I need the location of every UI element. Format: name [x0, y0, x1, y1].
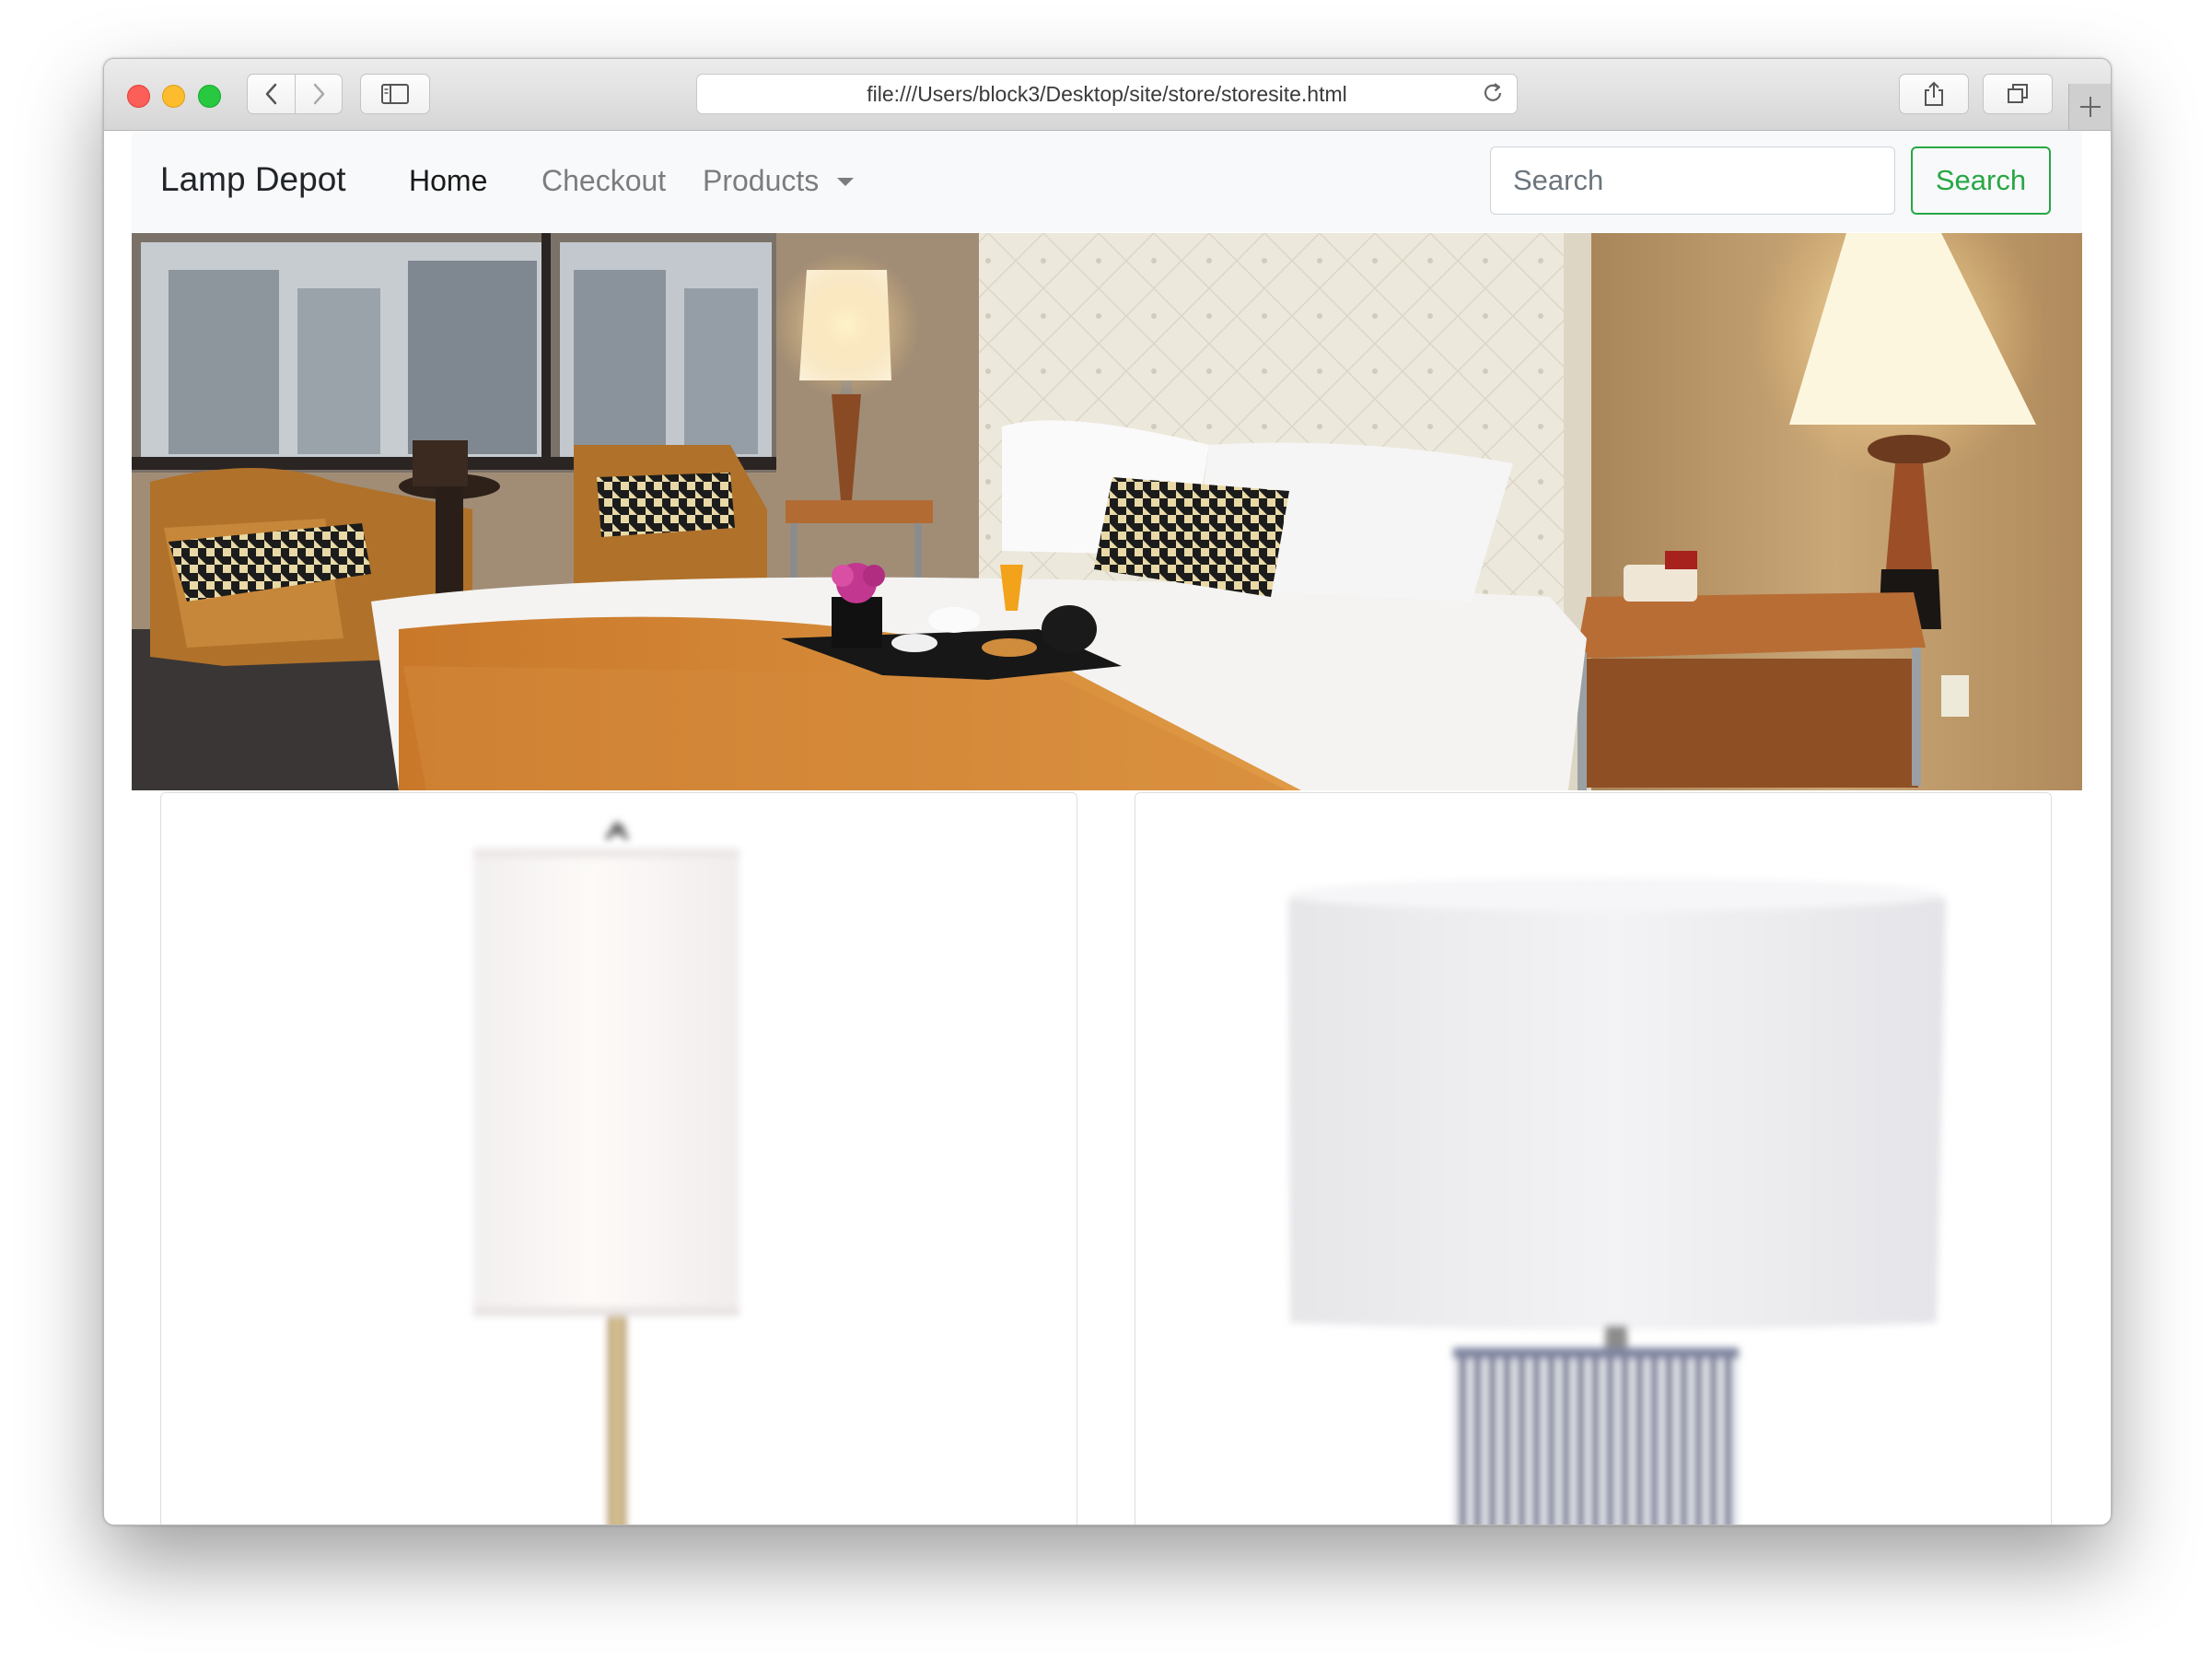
- product-card[interactable]: [160, 792, 1077, 1525]
- nav-products-dropdown[interactable]: Products: [703, 164, 819, 198]
- close-window-button[interactable]: [127, 85, 150, 108]
- product-image-table-lamp: [1288, 878, 1946, 1525]
- nav-home-link[interactable]: Home: [409, 164, 487, 198]
- reload-icon[interactable]: [1480, 80, 1506, 106]
- forward-button[interactable]: [295, 74, 343, 114]
- tab-overview-button[interactable]: [1983, 74, 2053, 114]
- browser-titlebar: file:///Users/block3/Desktop/site/store/…: [104, 59, 2111, 131]
- sidebar-toggle-button[interactable]: [360, 74, 430, 114]
- product-card[interactable]: [1135, 792, 2052, 1525]
- address-bar[interactable]: file:///Users/block3/Desktop/site/store/…: [696, 74, 1518, 114]
- site-navbar: Lamp Depot Home Checkout Products Search: [132, 131, 2082, 232]
- back-button[interactable]: [247, 74, 297, 114]
- new-tab-button[interactable]: [2068, 84, 2111, 130]
- nav-checkout-link[interactable]: Checkout: [541, 164, 666, 198]
- browser-window: file:///Users/block3/Desktop/site/store/…: [103, 58, 2112, 1525]
- chevron-left-icon: [265, 83, 277, 105]
- share-button[interactable]: [1899, 74, 1969, 114]
- chevron-down-icon[interactable]: [837, 178, 854, 186]
- chevron-right-icon: [313, 83, 325, 105]
- search-input[interactable]: [1490, 146, 1895, 215]
- share-icon: [1925, 81, 1943, 106]
- plus-icon: [2080, 97, 2101, 117]
- sidebar-icon: [381, 84, 409, 104]
- web-page: Lamp Depot Home Checkout Products Search: [104, 131, 2111, 1525]
- hero-banner-image: [132, 233, 2082, 790]
- bedroom-photo: [132, 233, 2082, 790]
- minimize-window-button[interactable]: [162, 85, 185, 108]
- brand-logo[interactable]: Lamp Depot: [160, 160, 346, 199]
- url-text: file:///Users/block3/Desktop/site/store/…: [867, 81, 1347, 106]
- maximize-window-button[interactable]: [198, 85, 221, 108]
- tabs-icon: [2008, 84, 2028, 103]
- product-image-floor-lamp: [473, 820, 739, 1525]
- search-button[interactable]: Search: [1911, 146, 2051, 215]
